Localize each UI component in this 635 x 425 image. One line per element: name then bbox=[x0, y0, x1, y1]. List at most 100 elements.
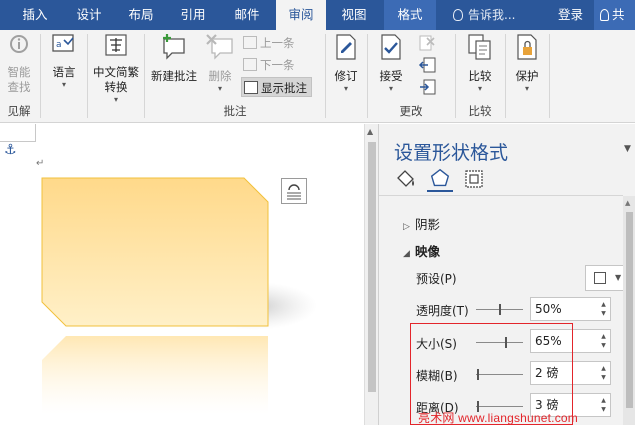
transparency-spinbox[interactable]: 50% ▲ ▼ bbox=[530, 297, 611, 321]
slider-knob[interactable] bbox=[499, 304, 501, 315]
preset-swatch bbox=[594, 272, 606, 284]
ribbon-tab-bar: 插入 设计 布局 引用 邮件 审阅 视图 格式 告诉我... 登录 共 bbox=[0, 0, 635, 31]
document-canvas[interactable]: ⚓ ↵ bbox=[0, 124, 378, 425]
spin-arrows-icon[interactable]: ▲ ▼ bbox=[599, 396, 608, 414]
language-button[interactable]: a 语言 ▾ bbox=[48, 33, 80, 90]
compare-label: 比较 bbox=[468, 69, 492, 83]
show-comments-icon bbox=[244, 81, 258, 94]
chevron-down-icon: ▼ bbox=[615, 273, 622, 282]
pane-divider bbox=[379, 195, 623, 196]
chinese-conversion-icon bbox=[105, 34, 127, 56]
new-comment-icon bbox=[163, 34, 185, 60]
group-insights: 智能 查找 见解 bbox=[0, 30, 38, 122]
shape-with-reflection[interactable] bbox=[0, 164, 364, 425]
tell-me-search[interactable]: 告诉我... bbox=[453, 0, 515, 30]
group-chinese-conversion: 中文简繁 转换 ▾ bbox=[88, 30, 142, 122]
transparency-value: 50% bbox=[535, 302, 562, 316]
snip-rectangle-shape[interactable] bbox=[41, 177, 269, 327]
previous-comment-icon bbox=[243, 36, 257, 49]
protect-icon bbox=[517, 34, 537, 60]
ribbon-divider bbox=[549, 34, 550, 118]
protect-label: 保护 bbox=[515, 69, 539, 83]
delete-comment-button[interactable]: 删除 ▾ bbox=[201, 33, 239, 94]
next-comment-button[interactable]: 下一条 bbox=[243, 55, 295, 75]
scrollbar-thumb[interactable] bbox=[368, 142, 376, 392]
preset-label: 预设(P) bbox=[416, 272, 457, 286]
delete-comment-label: 删除 bbox=[208, 69, 232, 83]
scrollbar-thumb[interactable] bbox=[626, 212, 633, 408]
expand-triangle-icon: ▷ bbox=[403, 222, 410, 232]
show-comments-button[interactable]: 显示批注 bbox=[241, 77, 312, 97]
pane-category-tabs bbox=[393, 166, 513, 194]
layout-options-button[interactable] bbox=[281, 178, 307, 204]
document-scrollbar[interactable]: ▲ bbox=[364, 124, 378, 425]
spin-arrows-icon[interactable]: ▲ ▼ bbox=[599, 364, 608, 382]
login-link[interactable]: 登录 bbox=[558, 0, 583, 30]
shadow-section-label: 阴影 bbox=[415, 217, 441, 232]
reflection-section-header[interactable]: ◢ 映像 bbox=[403, 241, 440, 260]
chevron-down-icon: ▾ bbox=[524, 84, 529, 93]
share-button[interactable]: 共 bbox=[594, 0, 635, 30]
svg-text:a: a bbox=[56, 40, 62, 50]
track-changes-button[interactable]: 修订 ▾ bbox=[330, 33, 362, 94]
anchor-icon: ⚓ bbox=[4, 142, 17, 158]
size-properties-icon[interactable] bbox=[461, 166, 487, 192]
group-label-changes: 更改 bbox=[399, 104, 423, 118]
accept-label: 接受 bbox=[379, 69, 403, 83]
tab-references[interactable]: 引用 bbox=[170, 0, 216, 30]
previous-comment-button[interactable]: 上一条 bbox=[243, 33, 295, 53]
show-comments-label: 显示批注 bbox=[261, 81, 307, 95]
next-change-icon[interactable] bbox=[418, 78, 438, 96]
reflection-section-label: 映像 bbox=[415, 244, 441, 259]
group-comments: 新建批注 删除 ▾ 上一条 下一条 显示批注 批注 bbox=[145, 30, 325, 122]
previous-change-icon[interactable] bbox=[418, 56, 438, 74]
scroll-up-arrow[interactable]: ▲ bbox=[625, 199, 630, 207]
person-icon bbox=[600, 9, 609, 21]
delete-comment-icon bbox=[206, 34, 233, 60]
tab-layout[interactable]: 布局 bbox=[118, 0, 164, 30]
reject-icon[interactable] bbox=[418, 34, 438, 52]
shadow-section-header[interactable]: ▷ 阴影 bbox=[403, 214, 440, 233]
fill-line-icon[interactable] bbox=[393, 166, 419, 192]
chinese-conversion-button[interactable]: 中文简繁 转换 ▾ bbox=[90, 33, 142, 105]
shape-reflection bbox=[42, 336, 268, 414]
pane-scrollbar[interactable]: ▲ bbox=[623, 196, 635, 425]
layout-options-icon bbox=[287, 184, 301, 200]
scroll-up-arrow[interactable]: ▲ bbox=[367, 127, 373, 136]
tab-insert[interactable]: 插入 bbox=[12, 0, 58, 30]
track-changes-icon bbox=[336, 34, 356, 60]
track-changes-label: 修订 bbox=[334, 69, 358, 83]
chevron-down-icon: ▾ bbox=[113, 95, 118, 104]
group-tracking: 修订 ▾ bbox=[326, 30, 366, 122]
language-label: 语言 bbox=[52, 65, 76, 79]
tab-format[interactable]: 格式 bbox=[384, 0, 436, 30]
chevron-down-icon: ▾ bbox=[477, 84, 482, 93]
margin-corner bbox=[0, 124, 36, 142]
next-comment-icon bbox=[243, 58, 257, 71]
tab-view[interactable]: 视图 bbox=[332, 0, 376, 30]
smart-lookup-button[interactable]: 智能 查找 bbox=[4, 33, 34, 95]
protect-button[interactable]: 保护 ▾ bbox=[510, 33, 544, 94]
group-label-comments: 批注 bbox=[223, 104, 247, 118]
effects-pentagon-icon[interactable] bbox=[427, 166, 453, 192]
new-comment-button[interactable]: 新建批注 bbox=[147, 33, 201, 84]
pane-options-chevron-icon[interactable]: ▼ bbox=[624, 144, 631, 154]
ribbon-divider bbox=[40, 34, 41, 118]
chevron-down-icon: ▾ bbox=[343, 84, 348, 93]
tab-review[interactable]: 审阅 bbox=[276, 0, 326, 31]
collapse-triangle-icon: ◢ bbox=[403, 249, 410, 259]
accept-button[interactable]: 接受 ▾ bbox=[374, 33, 408, 94]
new-comment-label: 新建批注 bbox=[151, 69, 197, 83]
previous-comment-label: 上一条 bbox=[260, 36, 295, 50]
transparency-slider[interactable] bbox=[476, 304, 523, 315]
tab-mailings[interactable]: 邮件 bbox=[224, 0, 270, 30]
accept-icon bbox=[381, 34, 401, 60]
smart-lookup-line1: 智能 bbox=[7, 65, 31, 79]
pane-title: 设置形状格式 bbox=[394, 142, 509, 164]
smart-lookup-line2: 查找 bbox=[7, 80, 31, 94]
language-icon: a bbox=[52, 34, 74, 52]
tab-design[interactable]: 设计 bbox=[66, 0, 112, 30]
spin-arrows-icon[interactable]: ▲ ▼ bbox=[599, 332, 608, 350]
spin-arrows-icon[interactable]: ▲ ▼ bbox=[599, 300, 608, 318]
compare-button[interactable]: 比较 ▾ bbox=[462, 33, 498, 94]
